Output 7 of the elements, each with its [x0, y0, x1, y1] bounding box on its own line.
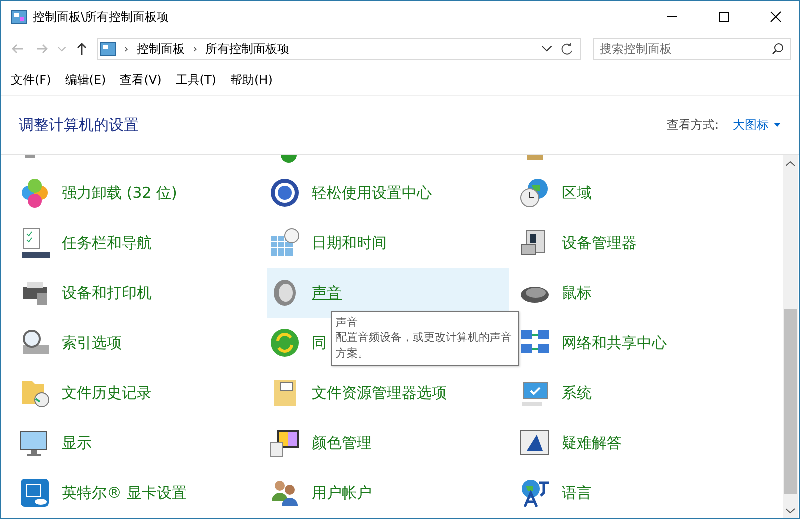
page-heading: 调整计算机的设置 — [19, 116, 140, 134]
tooltip-text: 配置音频设备，或更改计算机的声音方案。 — [336, 330, 513, 362]
breadcrumb-separator: › — [124, 42, 129, 56]
window-title: 控制面板\所有控制面板项 — [33, 8, 170, 26]
tooltip-title: 声音 — [336, 315, 359, 330]
view-label: 查看方式: — [666, 116, 719, 134]
breadcrumb-separator: › — [192, 42, 198, 56]
